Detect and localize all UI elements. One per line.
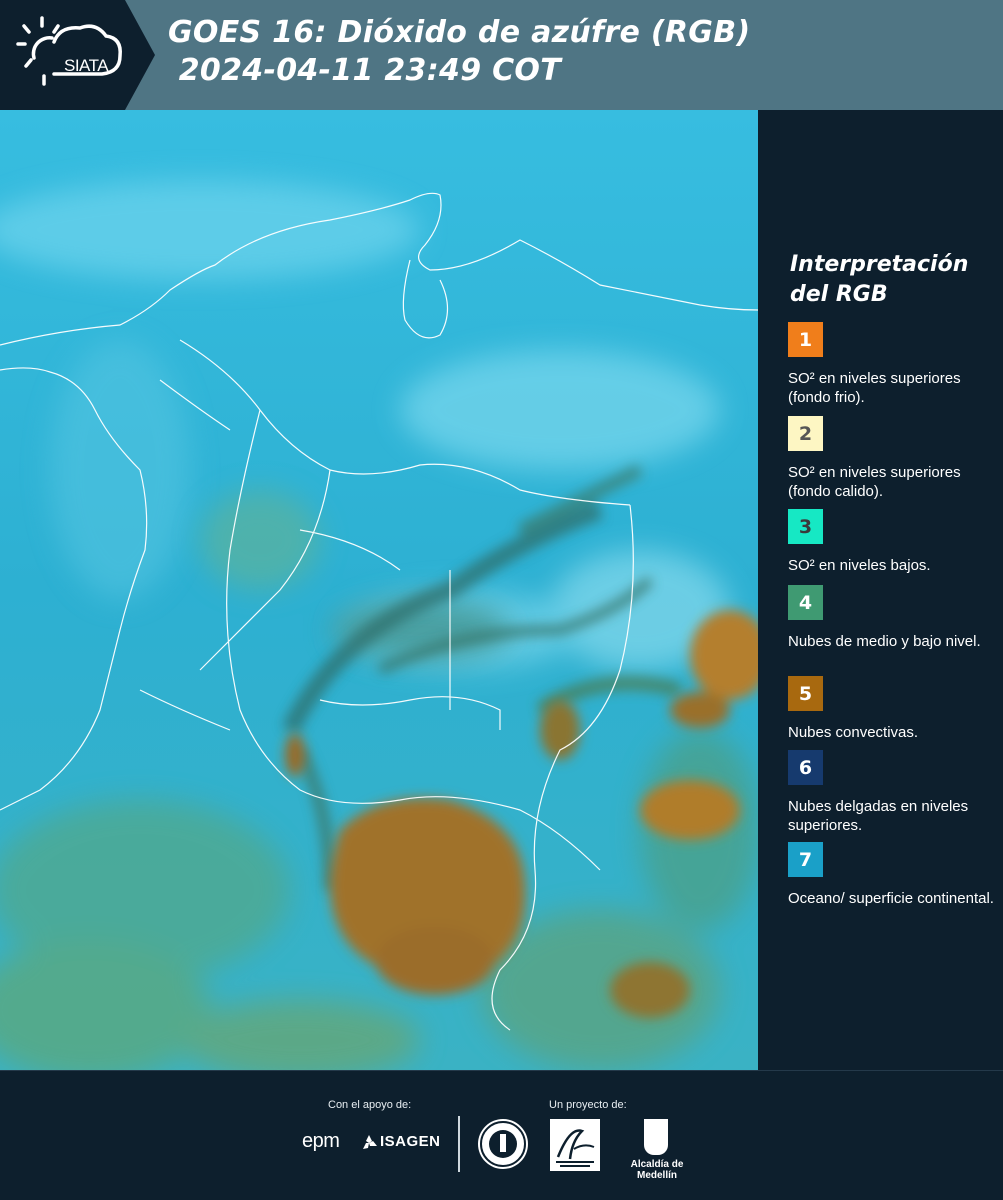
legend-swatch: 2 [788, 416, 823, 451]
university-seal-icon [478, 1119, 528, 1169]
legend-title-line1: Interpretación [790, 252, 969, 277]
legend-item-6: 6 Nubes delgadas en niveles superiores. [788, 750, 998, 835]
title-timestamp: 2024-04-11 23:49 COT [168, 53, 562, 88]
isagen-icon [363, 1135, 377, 1149]
sun-cloud-icon [16, 16, 122, 86]
alcaldia-logo: Alcaldía de Medellín [612, 1119, 702, 1181]
legend-description: SO² en niveles superiores (fondo frio). [788, 370, 961, 406]
legend-item-5: 5 Nubes convectivas. [788, 676, 998, 742]
project-label: Un proyecto de: [549, 1099, 627, 1111]
legend-item-7: 7 Oceano/ superficie continental. [788, 842, 998, 908]
legend-description: Nubes convectivas. [788, 724, 919, 741]
alcaldia-text: Alcaldía de Medellín [630, 1159, 684, 1181]
legend-description: SO² en niveles bajos. [788, 557, 931, 574]
footer-bar: Con el apoyo de: Un proyecto de: epm ISA… [0, 1070, 1003, 1200]
legend-item-2: 2 SO² en niveles superiores (fondo calid… [788, 416, 998, 501]
legend-swatch: 4 [788, 585, 823, 620]
legend-item-3: 3 SO² en niveles bajos. [788, 509, 998, 575]
legend-swatch: 7 [788, 842, 823, 877]
legend-swatch: 5 [788, 676, 823, 711]
legend-title-line2: del RGB [790, 282, 888, 307]
area-metropolitana-logo [550, 1119, 600, 1171]
isagen-logo: ISAGEN [380, 1133, 441, 1150]
legend-swatch: 3 [788, 509, 823, 544]
legend-item-1: 1 SO² en niveles superiores (fondo frio)… [788, 322, 998, 407]
satellite-image [0, 110, 758, 1070]
support-label: Con el apoyo de: [328, 1099, 412, 1111]
legend-description: Nubes delgadas en niveles superiores. [788, 798, 969, 834]
shield-icon [644, 1119, 668, 1155]
legend-swatch: 1 [788, 322, 823, 357]
legend-description: SO² en niveles superiores (fondo calido)… [788, 464, 961, 500]
title-product: GOES 16: Dióxido de azúfre (RGB) [168, 15, 751, 50]
satellite-map[interactable] [0, 110, 758, 1070]
footer-divider [458, 1116, 460, 1172]
page-title: GOES 16: Dióxido de azúfre (RGB) 2024-04… [168, 14, 750, 90]
siata-logo: SIATA [14, 14, 129, 94]
header-bar: SIATA GOES 16: Dióxido de azúfre (RGB) 2… [0, 0, 1003, 110]
legend-panel: Interpretación del RGB 1 SO² en niveles … [760, 110, 1003, 1070]
legend-swatch: 6 [788, 750, 823, 785]
epm-logo: epm [302, 1130, 340, 1152]
logo-text: SIATA [64, 56, 109, 75]
legend-item-4: 4 Nubes de medio y bajo nivel. [788, 585, 998, 651]
legend-description: Nubes de medio y bajo nivel. [788, 633, 981, 650]
legend-title: Interpretación del RGB [790, 250, 990, 310]
app-root: SIATA GOES 16: Dióxido de azúfre (RGB) 2… [0, 0, 1003, 1200]
legend-description: Oceano/ superficie continental. [788, 890, 994, 907]
